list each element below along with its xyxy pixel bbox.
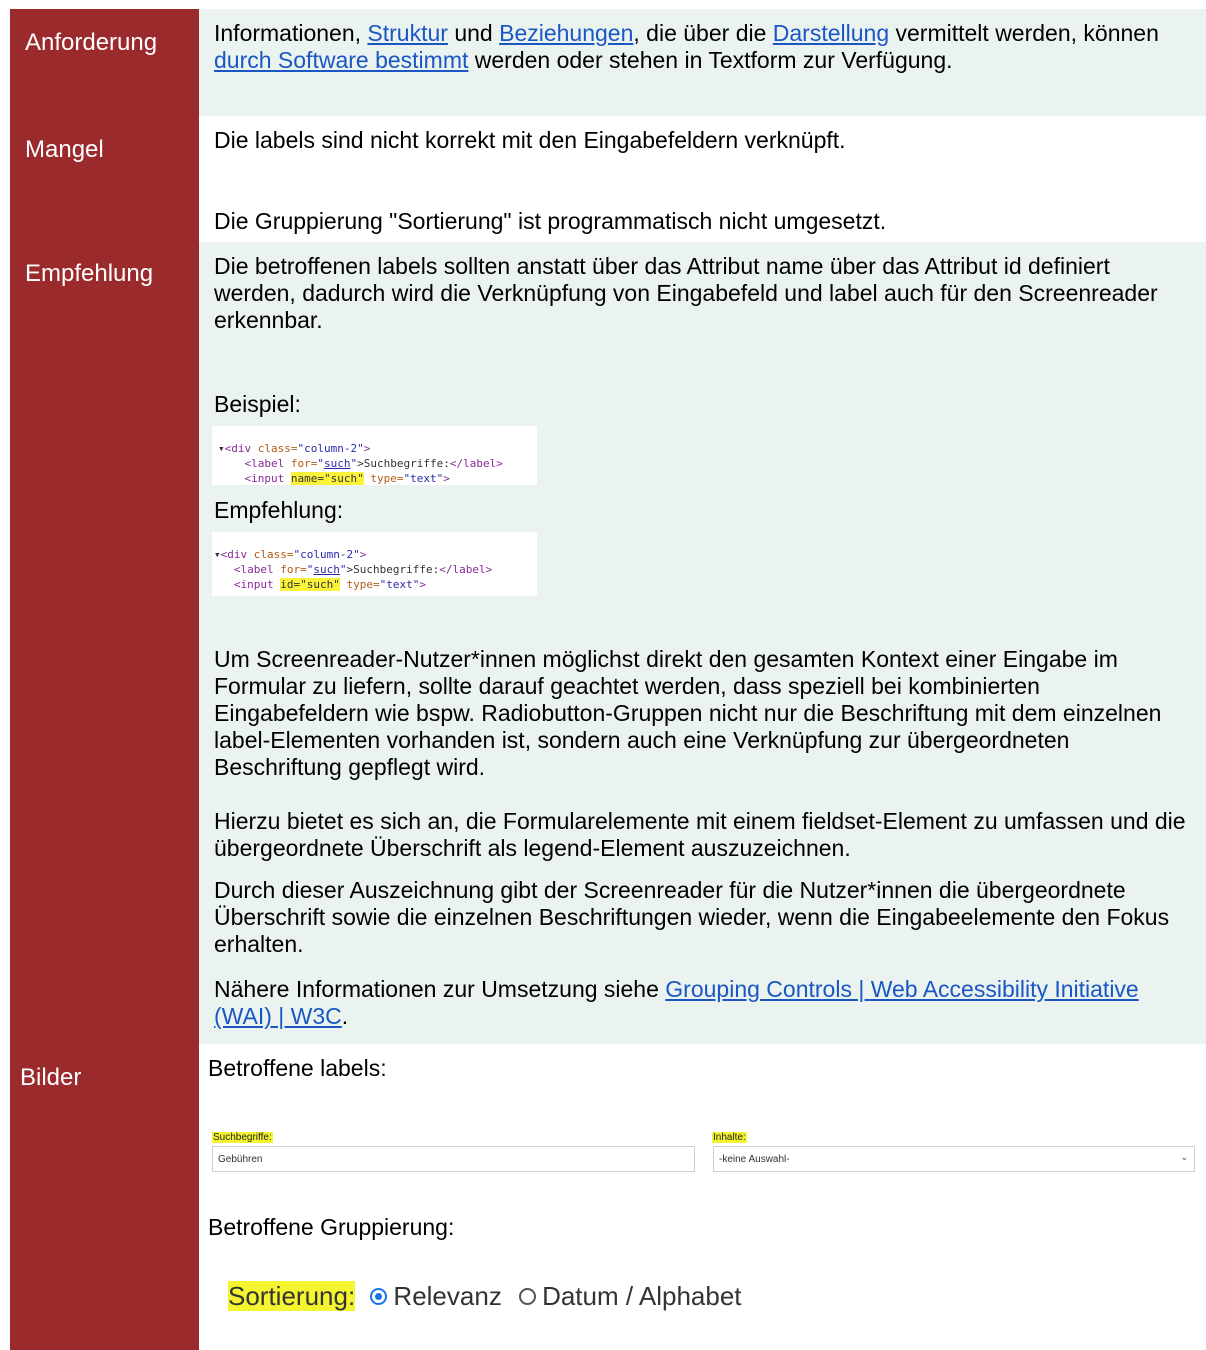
mangel-line-1: Die labels sind nicht korrekt mit den Ei… [214, 127, 846, 153]
sortierung-radio-group: Sortierung: Relevanz Datum / Alphabet [228, 1281, 742, 1312]
anforderung-text: Informationen, Struktur und Beziehungen,… [214, 20, 1159, 73]
suchbegriffe-input[interactable]: Gebühren [212, 1146, 695, 1172]
beispiel-heading: Beispiel: [214, 391, 301, 417]
sortierung-label: Sortierung: [228, 1281, 356, 1311]
empfehlung-para-2: Hierzu bietet es sich an, die Formularel… [214, 808, 1186, 861]
inhalte-select[interactable]: -keine Auswahl- ⌄ [713, 1146, 1195, 1172]
empfehlung-para-1: Um Screenreader-Nutzer*innen möglichst d… [214, 646, 1162, 780]
suchbegriffe-label: Suchbegriffe: [212, 1132, 273, 1143]
inhalte-label: Inhalte: [712, 1132, 747, 1143]
code-recommended-image: ▾<div class="column-2"> <label for="such… [212, 532, 537, 596]
link-darstellung[interactable]: Darstellung [773, 20, 889, 46]
bilder-heading-labels: Betroffene labels: [208, 1055, 387, 1081]
empfehlung-para-3: Durch dieser Auszeichnung gibt der Scree… [214, 877, 1170, 957]
row-label-bilder: Bilder [10, 1044, 199, 1350]
empfehlung-heading: Empfehlung: [214, 497, 344, 523]
empfehlung-para-4: Nähere Informationen zur Umsetzung siehe… [214, 976, 1139, 1029]
link-durch-software-bestimmt[interactable]: durch Software bestimmt [214, 47, 468, 73]
empfehlung-intro: Die betroffenen labels sollten anstatt ü… [214, 253, 1158, 333]
row-label-mangel: Mangel [10, 116, 199, 242]
expand-triangle-icon: ▾ [214, 548, 221, 561]
mangel-line-2: Die Gruppierung "Sortierung" ist program… [214, 208, 887, 234]
radio-relevanz-label: Relevanz [393, 1281, 502, 1311]
row-label-anforderung: Anforderung [10, 9, 199, 116]
row-label-empfehlung: Empfehlung [10, 242, 199, 1044]
radio-datum-alphabet[interactable] [519, 1287, 537, 1305]
link-struktur[interactable]: Struktur [367, 20, 448, 46]
chevron-down-icon: ⌄ [1180, 1152, 1188, 1162]
radio-datum-alphabet-label: Datum / Alphabet [542, 1281, 742, 1311]
radio-relevanz[interactable] [370, 1287, 388, 1305]
link-beziehungen[interactable]: Beziehungen [499, 20, 633, 46]
expand-triangle-icon: ▾ [218, 442, 225, 455]
bilder-heading-gruppierung: Betroffene Gruppierung: [208, 1214, 455, 1240]
code-example-image: ▾<div class="column-2"> <label for="such… [212, 426, 537, 485]
